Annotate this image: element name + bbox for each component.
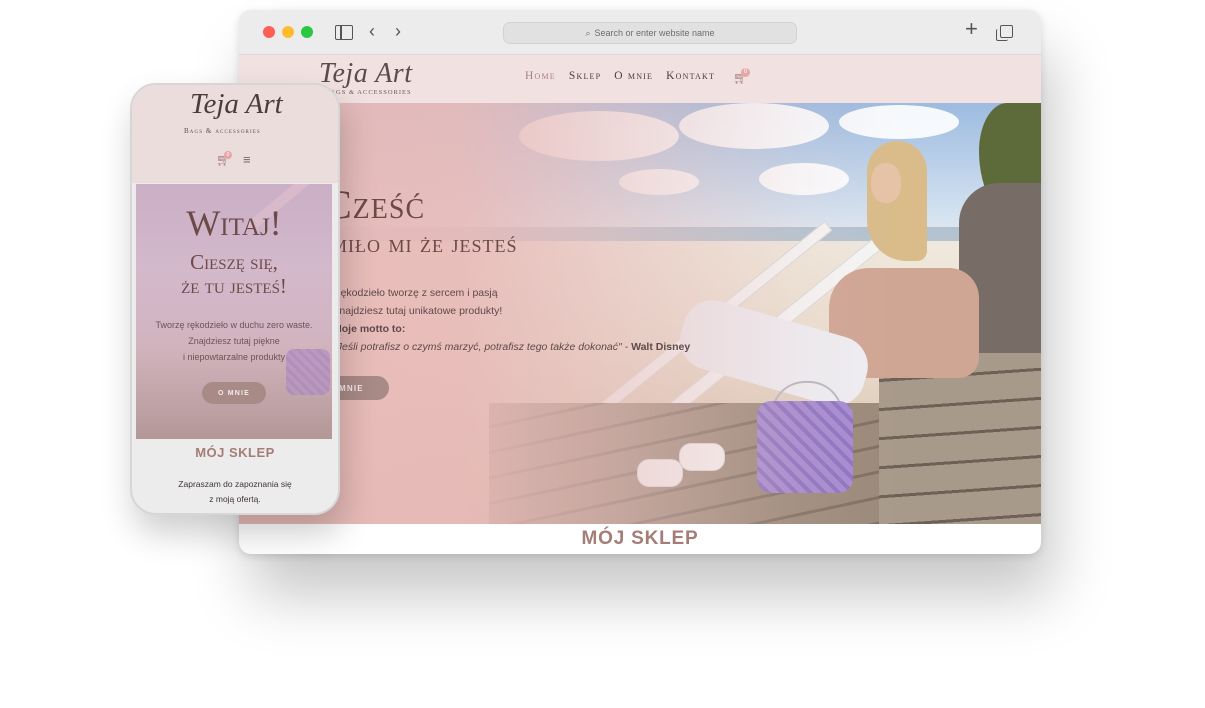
desktop-browser-window: ‹ › ⌕ Search or enter website name + Tej… (239, 10, 1041, 554)
new-tab-icon[interactable]: + (965, 18, 978, 40)
search-icon: ⌕ (585, 27, 591, 38)
nav-home[interactable]: Home (525, 70, 556, 82)
mobile-hero-heading: Witaj! (186, 203, 282, 243)
forward-icon[interactable]: › (395, 21, 401, 41)
hamburger-menu-icon[interactable]: ≡ (243, 152, 251, 167)
mobile-hero-subheading-2: że tu jesteś! (181, 274, 287, 298)
mobile-phone-mockup: Teja Art Bags & accessories 🛒︎ 0 ≡ Witaj… (130, 83, 340, 515)
nav-o-mnie[interactable]: O mnie (614, 70, 653, 82)
tabs-overview-icon[interactable] (996, 25, 1013, 41)
mobile-hero-section: Witaj! Cieszę się, że tu jesteś! Tworzę … (136, 184, 332, 439)
hero-motto-label: Moje motto to: (333, 323, 406, 335)
hero-quote-text: "Jeśli potrafisz o czymś marzyć, potrafi… (333, 341, 632, 353)
hero-text-line-1: Rękodzieło tworzę z sercem i pasją (333, 287, 498, 299)
mobile-hero-text-2: Znajdziesz tutaj piękne (188, 336, 280, 346)
mobile-cart-count-badge: 0 (224, 151, 232, 159)
mobile-site-logo[interactable]: Teja Art (190, 88, 283, 121)
hero-text-line-2: Znajdziesz tutaj unikatowe produkty! (333, 305, 503, 317)
cart-count-badge: 0 (741, 68, 750, 77)
mobile-shop-text-1: Zapraszam do zapoznania się (178, 479, 292, 489)
hero-heading: Cześć (325, 182, 426, 227)
hero-quote: "Jeśli potrafisz o czymś marzyć, potrafi… (333, 341, 690, 353)
mobile-shop-title: MÓJ SKLEP (195, 445, 275, 460)
mobile-hero-text-1: Tworzę rękodzieło w duchu zero waste. (155, 320, 313, 330)
maximize-window-button[interactable] (301, 26, 313, 38)
browser-toolbar: ‹ › ⌕ Search or enter website name + (239, 10, 1041, 55)
mobile-site-header: Teja Art Bags & accessories 🛒︎ 0 ≡ (132, 85, 338, 183)
close-window-button[interactable] (263, 26, 275, 38)
minimize-window-button[interactable] (282, 26, 294, 38)
mobile-logo-subtitle: Bags & accessories (184, 127, 261, 135)
hero-subheading: miło mi że jesteś (331, 229, 518, 258)
hero-section: Cześć miło mi że jesteś Rękodzieło tworz… (239, 103, 1041, 524)
site-header: Teja Art Bags & accessories Home Sklep O… (239, 55, 1041, 103)
mobile-hero-subheading-1: Cieszę się, (190, 250, 278, 274)
mobile-about-me-button[interactable]: O MNIE (202, 382, 266, 404)
sidebar-icon[interactable] (335, 25, 353, 40)
address-bar[interactable]: ⌕ Search or enter website name (503, 22, 797, 44)
hero-quote-author: Walt Disney (631, 341, 691, 353)
main-nav: Home Sklep O mnie Kontakt (525, 70, 715, 82)
shop-section-title: MÓJ SKLEP (581, 528, 699, 549)
address-placeholder: Search or enter website name (594, 28, 715, 38)
mobile-hero-text-3: i niepowtarzalne produkty (182, 352, 286, 362)
nav-sklep[interactable]: Sklep (569, 70, 601, 82)
nav-kontakt[interactable]: Kontakt (666, 70, 715, 82)
back-icon[interactable]: ‹ (369, 21, 375, 41)
mobile-shop-text-2: z moją ofertą. (209, 494, 261, 504)
